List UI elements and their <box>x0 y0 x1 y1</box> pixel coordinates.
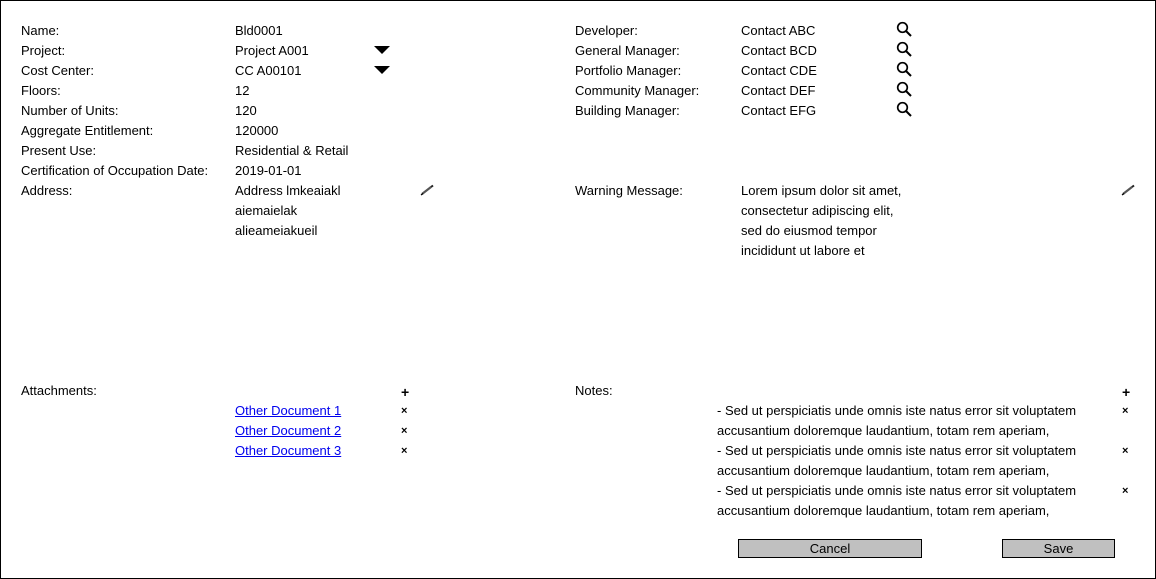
note-line: accusantium doloremque laudantium, totam… <box>717 423 1050 438</box>
field-name-value: Bld0001 <box>235 23 283 38</box>
attachment-link[interactable]: Other Document 2 <box>235 421 341 441</box>
note-line: accusantium doloremque laudantium, totam… <box>717 463 1050 478</box>
field-entitlement-label: Aggregate Entitlement: <box>21 123 154 138</box>
contact-community-manager-label: Community Manager: <box>575 83 700 98</box>
field-entitlement-value: 120000 <box>235 123 279 138</box>
project-dropdown-icon[interactable] <box>374 46 390 54</box>
save-button[interactable]: Save <box>1002 539 1115 558</box>
field-name-label: Name: <box>21 23 60 38</box>
field-present-use-label: Present Use: <box>21 143 97 158</box>
warning-message-line: Lorem ipsum dolor sit amet, <box>741 183 902 198</box>
attachment-link[interactable]: Other Document 3 <box>235 441 341 461</box>
note-line: - Sed ut perspiciatis unde omnis iste na… <box>717 443 1077 458</box>
address-label: Address: <box>21 183 73 198</box>
address-line: Address lmkeaiakl <box>235 183 341 198</box>
field-units-value: 120 <box>235 103 257 118</box>
warning-message-line: sed do eiusmod tempor <box>741 223 877 238</box>
remove-attachment-button[interactable]: × <box>401 424 407 438</box>
remove-note-button[interactable]: × <box>1122 404 1128 418</box>
cost-center-dropdown-icon[interactable] <box>374 66 390 74</box>
field-cost-center-value[interactable]: CC A00101 <box>235 61 302 81</box>
field-floors-value: 12 <box>235 83 250 98</box>
note-line: - Sed ut perspiciatis unde omnis iste na… <box>717 483 1077 498</box>
search-icon[interactable] <box>896 81 912 97</box>
field-units-label: Number of Units: <box>21 103 119 118</box>
note-line: accusantium doloremque laudantium, totam… <box>717 503 1050 518</box>
address-line: alieameiakueil <box>235 223 318 238</box>
note-line: - Sed ut perspiciatis unde omnis iste na… <box>717 403 1077 418</box>
contact-building-manager-label: Building Manager: <box>575 103 680 118</box>
remove-note-button[interactable]: × <box>1122 444 1128 458</box>
field-cost-center-label: Cost Center: <box>21 63 94 78</box>
contact-building-manager-value: Contact EFG <box>741 103 817 118</box>
remove-attachment-button[interactable]: × <box>401 444 407 458</box>
contact-portfolio-manager-label: Portfolio Manager: <box>575 63 682 78</box>
edit-warning-pencil-icon[interactable] <box>1121 184 1135 196</box>
field-project-label: Project: <box>21 43 66 58</box>
contact-general-manager-value: Contact BCD <box>741 43 817 58</box>
cancel-button[interactable]: Cancel <box>738 539 922 558</box>
search-icon[interactable] <box>896 101 912 117</box>
contact-portfolio-manager-value: Contact CDE <box>741 63 817 78</box>
warning-message-line: incididunt ut labore et <box>741 243 865 258</box>
field-project-value[interactable]: Project A001 <box>235 41 309 61</box>
field-present-use-value: Residential & Retail <box>235 143 349 158</box>
attachments-label: Attachments: <box>21 383 97 398</box>
warning-message-label: Warning Message: <box>575 183 683 198</box>
field-floors-label: Floors: <box>21 83 61 98</box>
add-note-button[interactable]: + <box>1122 385 1130 399</box>
contact-developer-label: Developer: <box>575 23 638 38</box>
contact-developer-value: Contact ABC <box>741 23 816 38</box>
search-icon[interactable] <box>896 41 912 57</box>
remove-attachment-button[interactable]: × <box>401 404 407 418</box>
search-icon[interactable] <box>896 61 912 77</box>
attachment-link[interactable]: Other Document 1 <box>235 401 341 421</box>
contact-community-manager-value: Contact DEF <box>741 83 816 98</box>
warning-message-line: consectetur adipiscing elit, <box>741 203 894 218</box>
edit-address-pencil-icon[interactable] <box>420 184 434 196</box>
notes-label: Notes: <box>575 383 613 398</box>
search-icon[interactable] <box>896 21 912 37</box>
add-attachment-button[interactable]: + <box>401 385 409 399</box>
contact-general-manager-label: General Manager: <box>575 43 680 58</box>
field-cert-date-value: 2019-01-01 <box>235 163 302 178</box>
field-cert-date-label: Certification of Occupation Date: <box>21 163 209 178</box>
form-frame: Name: Bld0001 Project: Project A001 Cost… <box>0 0 1156 579</box>
remove-note-button[interactable]: × <box>1122 484 1128 498</box>
address-line: aiemaielak <box>235 203 298 218</box>
